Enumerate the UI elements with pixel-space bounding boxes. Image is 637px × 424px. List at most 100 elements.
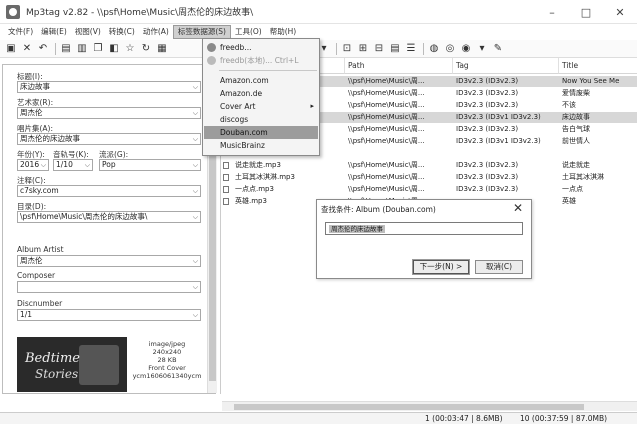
web-source-icon[interactable]: ◍ [427,42,441,56]
album-artist-field[interactable]: 周杰伦 ⌵ [17,255,201,267]
import-icon[interactable]: ⊞ [356,42,370,56]
cancel-button[interactable]: 取消(C) [475,260,523,274]
minimize-button[interactable]: – [535,0,569,24]
list-icon[interactable]: ☰ [404,42,418,56]
cell-tag: ID3v2.3 (ID3v2.3) [456,161,519,169]
menu-tools[interactable]: 工具(O) [231,25,266,39]
scrollbar-thumb[interactable] [234,404,584,410]
menu-item-label: Douban.com [220,128,268,137]
menu-view[interactable]: 视图(V) [71,25,105,39]
copy-icon[interactable]: ❐ [91,42,105,56]
menu-item-douban[interactable]: Douban.com [204,126,318,139]
menu-item-freedb[interactable]: freedb... [204,41,318,54]
menu-edit[interactable]: 编辑(E) [37,25,71,39]
export-icon[interactable]: ⊡ [340,42,354,56]
composer-field[interactable]: ⌵ [17,281,201,293]
menu-item-label: Amazon.de [220,89,263,98]
menu-item-cover-art[interactable]: Cover Art ▸ [204,100,318,113]
maximize-button[interactable]: □ [569,0,603,24]
cell-title: 不该 [562,101,576,109]
refresh-icon[interactable]: ↻ [139,42,153,56]
menu-convert[interactable]: 转换(C) [105,25,139,39]
cell-tag: ID3v2.3 (ID3v1 ID3v2.3) [456,137,541,145]
cell-filename: 土耳其冰淇淋.mp3 [235,173,295,181]
track-field[interactable]: 1/10 ⌵ [53,159,93,171]
tag-sources-dropdown: freedb... freedb(本地)... Ctrl+L Amazon.co… [202,38,320,156]
save-icon[interactable]: ▣ [4,42,18,56]
title-field[interactable]: 床边故事 ⌵ [17,81,201,93]
close-icon[interactable]: ✕ [513,201,523,215]
chevron-down-icon[interactable]: ⌵ [193,186,198,196]
file-list-scrollbar[interactable] [222,401,637,411]
world-icon[interactable]: ◉ [459,42,473,56]
cover-dimensions: 240x240 [152,348,182,356]
cell-tag: ID3v2.3 (ID3v2.3) [456,173,519,181]
tools-icon[interactable]: ✎ [491,42,505,56]
audio-file-icon [223,198,229,205]
menu-help[interactable]: 帮助(H) [266,25,301,39]
filter-icon[interactable]: ◧ [107,42,121,56]
favorite-icon[interactable]: ☆ [123,42,137,56]
chevron-down-icon[interactable]: ⌵ [193,256,198,266]
delete-icon[interactable]: ✕ [20,42,34,56]
undo-icon[interactable]: ↶ [36,42,50,56]
menu-actions[interactable]: 动作(A) [139,25,173,39]
discnumber-field[interactable]: 1/1 ⌵ [17,309,201,321]
cover-type: Front Cover [148,364,186,372]
menu-file[interactable]: 文件(F) [4,25,37,39]
title-value: 床边故事 [20,82,50,91]
cell-title: 告白气球 [562,125,590,133]
year-field[interactable]: 2016 ⌵ [17,159,49,171]
column-header-title[interactable]: Title [559,58,637,74]
table-row[interactable]: 说走就走.mp3 \\psf\Home\Music\周... ID3v2.3 (… [221,160,637,171]
chevron-down-icon[interactable]: ⌵ [193,282,198,292]
playlist-icon[interactable]: ▤ [388,42,402,56]
convert-icon[interactable]: ⊟ [372,42,386,56]
cd-icon[interactable]: ◎ [443,42,457,56]
menu-item-musicbrainz[interactable]: MusicBrainz [204,139,318,152]
genre-field[interactable]: Pop ⌵ [99,159,201,171]
table-row[interactable]: 土耳其冰淇淋.mp3 \\psf\Home\Music\周... ID3v2.3… [221,172,637,183]
column-header-tag[interactable]: Tag [453,58,559,74]
cell-title: 英雄 [562,197,576,205]
cell-path: \\psf\Home\Music\周... [348,89,425,97]
menu-item-discogs[interactable]: discogs [204,113,318,126]
audio-file-icon [223,186,229,193]
window-controls: – □ ✕ [535,0,637,24]
genre-value: Pop [102,160,116,169]
chevron-down-icon[interactable]: ⌵ [193,160,198,170]
open-folder-icon[interactable]: ▤ [59,42,73,56]
search-input[interactable]: 周杰伦的床边故事 [325,222,523,235]
menu-tag-sources[interactable]: 标签数据源(S) [172,25,231,39]
album-field[interactable]: 周杰伦的床边故事 ⌵ [17,133,201,145]
status-total: 10 (00:37:59 | 87.0MB) [520,414,608,423]
add-folder-icon[interactable]: ▥ [75,42,89,56]
cell-title: 爱情废柴 [562,89,590,97]
chevron-down-icon[interactable]: ⌵ [193,212,198,222]
app-icon [6,4,20,19]
close-button[interactable]: ✕ [603,0,637,24]
next-button[interactable]: 下一步(N) > [412,259,470,275]
directory-field[interactable]: \psf\Home\Music\周杰伦的床边故事\ ⌵ [17,211,201,223]
chevron-down-icon[interactable]: ⌵ [193,134,198,144]
comment-field[interactable]: c7sky.com ⌵ [17,185,201,197]
tag-panel: 标题(I): 床边故事 ⌵ 艺术家(R): 周杰伦 ⌵ 唱片集(A): 周杰伦的… [2,64,217,394]
window-title: Mp3tag v2.82 - \\psf\Home\Music\周杰伦的床边故事… [26,8,254,18]
menu-separator [219,70,317,71]
chevron-down-icon[interactable]: ⌵ [193,108,198,118]
table-row[interactable]: 一点点.mp3 \\psf\Home\Music\周... ID3v2.3 (I… [221,184,637,195]
dropdown-icon[interactable]: ▾ [475,42,489,56]
cover-art[interactable]: Bedtime Stories [17,337,127,392]
cell-tag: ID3v2.3 (ID3v2.3) [456,89,519,97]
chevron-down-icon[interactable]: ⌵ [193,310,198,320]
chevron-down-icon[interactable]: ⌵ [41,160,46,170]
globe-icon [207,43,216,52]
column-header-path[interactable]: Path [345,58,453,74]
chevron-down-icon[interactable]: ⌵ [85,160,90,170]
chevron-down-icon[interactable]: ⌵ [193,82,198,92]
menu-item-amazon-de[interactable]: Amazon.de [204,87,318,100]
artist-field[interactable]: 周杰伦 ⌵ [17,107,201,119]
menu-item-amazon-com[interactable]: Amazon.com [204,74,318,87]
settings-icon[interactable]: ▦ [155,42,169,56]
menu-item-label: discogs [220,115,249,124]
